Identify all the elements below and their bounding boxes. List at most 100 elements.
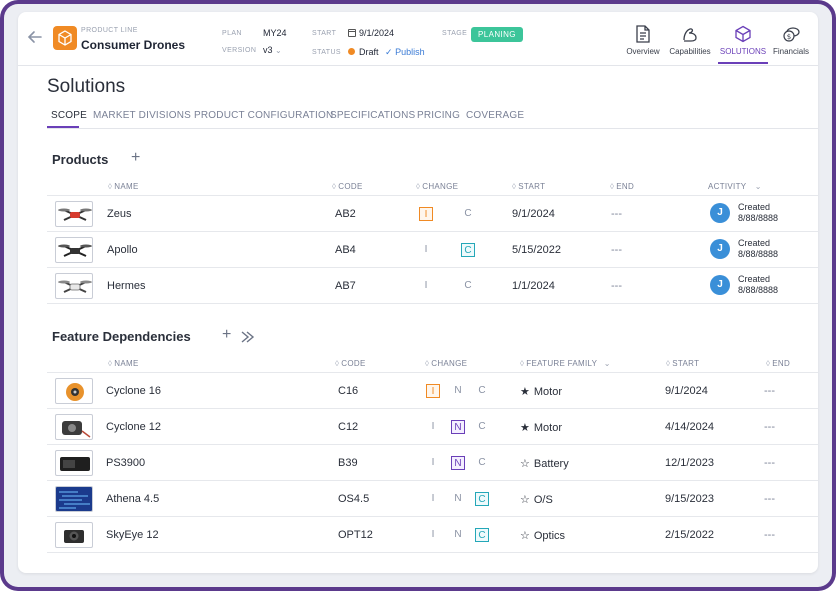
battery-image-icon (60, 457, 90, 471)
features-col-end[interactable]: ◊ END (766, 359, 790, 368)
tab-specifications[interactable]: SPECIFICATIONS (330, 110, 415, 121)
product-name[interactable]: Zeus (107, 208, 131, 220)
feature-family[interactable]: ☆ Optics (520, 529, 565, 542)
drone-image-icon (58, 244, 92, 257)
sort-icon: ◊ (332, 182, 337, 191)
change-c-toggle[interactable]: C (475, 420, 489, 434)
change-n-toggle[interactable]: N (451, 420, 465, 434)
window-background: PRODUCT LINE Consumer Drones PLAN MY24 V… (4, 4, 832, 587)
feature-dependencies-title: Feature Dependencies (52, 329, 191, 344)
star-filled-icon[interactable]: ★ (520, 386, 530, 398)
change-c-toggle[interactable]: C (461, 243, 475, 257)
motor-image-icon (62, 421, 91, 438)
change-i-toggle[interactable]: I (426, 528, 440, 542)
change-c-toggle[interactable]: C (475, 528, 489, 542)
feature-name[interactable]: PS3900 (106, 457, 145, 469)
feature-name[interactable]: Athena 4.5 (106, 493, 159, 505)
products-col-start[interactable]: ◊ START (512, 182, 545, 191)
feature-start: 12/1/2023 (665, 457, 714, 469)
feature-thumbnail (55, 414, 93, 440)
window-frame: PRODUCT LINE Consumer Drones PLAN MY24 V… (0, 0, 836, 591)
product-name[interactable]: Hermes (107, 280, 146, 292)
feature-name[interactable]: Cyclone 16 (106, 385, 161, 397)
change-c-toggle[interactable]: C (475, 456, 489, 470)
sort-icon: ◊ (425, 359, 430, 368)
features-col-start[interactable]: ◊ START (666, 359, 699, 368)
link-arrow-icon[interactable] (240, 330, 256, 344)
change-n-toggle[interactable]: N (451, 528, 465, 542)
publish-link[interactable]: ✓ Publish (385, 47, 425, 57)
activity-text: Created 8/88/8888 (738, 238, 778, 260)
feature-name[interactable]: Cyclone 12 (106, 421, 161, 433)
tab-coverage[interactable]: COVERAGE (466, 110, 524, 121)
feature-code: OS4.5 (338, 493, 370, 505)
product-name[interactable]: Apollo (107, 244, 138, 256)
features-col-name[interactable]: ◊ NAME (108, 359, 139, 368)
change-i-toggle[interactable]: I (426, 456, 440, 470)
change-n-toggle[interactable]: N (451, 384, 465, 398)
plan-value: MY24 (263, 28, 287, 38)
product-start: 5/15/2022 (512, 244, 561, 256)
start-date[interactable]: 9/1/2024 (348, 28, 394, 38)
sort-icon: ◊ (610, 182, 615, 191)
feature-thumbnail (55, 522, 93, 548)
star-outline-icon[interactable]: ☆ (520, 530, 530, 542)
features-col-change[interactable]: ◊ CHANGE (425, 359, 467, 368)
nav-overview[interactable]: Overview (624, 24, 662, 56)
tab-pricing[interactable]: PRICING (417, 110, 460, 121)
page-title: Solutions (47, 76, 126, 97)
feature-name[interactable]: SkyEye 12 (106, 529, 159, 541)
change-c-toggle[interactable]: C (461, 207, 475, 221)
change-i-toggle[interactable]: I (419, 243, 433, 257)
products-col-activity[interactable]: ACTIVITY ⌄ (708, 182, 762, 191)
change-i-toggle[interactable]: I (419, 279, 433, 293)
change-i-toggle[interactable]: I (426, 384, 440, 398)
tab-market-divisions[interactable]: MARKET DIVISIONS (93, 110, 191, 121)
status-area: Draft ✓ Publish (348, 47, 425, 58)
row-divider (47, 444, 818, 445)
nav-solutions[interactable]: SOLUTIONS (718, 24, 768, 56)
nav-capabilities[interactable]: Capabilities (666, 24, 714, 56)
change-c-toggle[interactable]: C (461, 279, 475, 293)
products-col-code[interactable]: ◊ CODE (332, 182, 363, 191)
star-outline-icon[interactable]: ☆ (520, 494, 530, 506)
product-thumbnail (55, 237, 93, 263)
feature-family[interactable]: ☆ O/S (520, 493, 553, 506)
star-filled-icon[interactable]: ★ (520, 422, 530, 434)
camera-image-icon (64, 530, 84, 543)
change-c-toggle[interactable]: C (475, 492, 489, 506)
feature-family[interactable]: ★ Motor (520, 385, 562, 398)
tab-scope[interactable]: SCOPE (51, 110, 87, 121)
features-col-code[interactable]: ◊ CODE (335, 359, 366, 368)
family-label: Optics (533, 530, 566, 542)
products-col-name[interactable]: ◊ NAME (108, 182, 139, 191)
back-arrow-icon[interactable] (24, 26, 46, 48)
add-product-icon[interactable]: + (131, 149, 140, 167)
products-col-change[interactable]: ◊ CHANGE (416, 182, 458, 191)
features-col-family[interactable]: ◊ FEATURE FAMILY ⌄ (520, 359, 611, 368)
stage-label: STAGE (442, 30, 468, 37)
product-thumbnail (55, 273, 93, 299)
star-outline-icon[interactable]: ☆ (520, 458, 530, 470)
products-col-end[interactable]: ◊ END (610, 182, 634, 191)
change-n-toggle[interactable]: N (451, 492, 465, 506)
feature-end: --- (764, 385, 775, 397)
feature-family[interactable]: ★ Motor (520, 421, 562, 434)
product-line-label: PRODUCT LINE (81, 27, 138, 34)
sort-icon: ◊ (766, 359, 771, 368)
change-i-toggle[interactable]: I (419, 207, 433, 221)
status-value: Draft (359, 47, 379, 57)
change-i-toggle[interactable]: I (426, 492, 440, 506)
sort-icon: ◊ (108, 359, 113, 368)
change-i-toggle[interactable]: I (426, 420, 440, 434)
nav-financials[interactable]: $ Financials (770, 24, 812, 56)
feature-start: 9/1/2024 (665, 385, 708, 397)
feature-family[interactable]: ☆ Battery (520, 457, 569, 470)
product-line-name[interactable]: Consumer Drones (81, 38, 185, 52)
chevron-down-icon: ⌄ (603, 359, 611, 368)
tab-product-configuration[interactable]: PRODUCT CONFIGURATION (194, 110, 333, 121)
change-c-toggle[interactable]: C (475, 384, 489, 398)
version-select[interactable]: v3 ⌄ (263, 45, 282, 55)
add-feature-icon[interactable]: + (222, 326, 231, 344)
change-n-toggle[interactable]: N (451, 456, 465, 470)
